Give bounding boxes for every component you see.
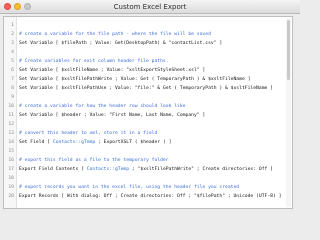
script-comment: # Create variables for exit column heade…	[19, 59, 169, 64]
script-line[interactable]: 7 Set Variable [ $xsltFilePathWrite ; Val…	[4, 75, 292, 84]
line-number: 2	[11, 32, 14, 37]
script-comment: # create a variable for how the header r…	[19, 104, 186, 109]
line-number: 6	[11, 68, 14, 73]
script-line[interactable]: 4	[4, 48, 292, 57]
script-line[interactable]: 5 # Create variables for exit column head…	[4, 57, 292, 66]
script-line[interactable]: 11 Set Variable [ $header ; Value: "First…	[4, 111, 292, 120]
script-step: Export Records [ With dialog: Off ; Crea…	[19, 194, 282, 199]
line-number: 19	[8, 185, 14, 190]
line-number: 7	[11, 77, 14, 82]
line-number: 20	[8, 194, 14, 199]
line-number: 1	[11, 23, 14, 28]
line-number: 5	[11, 59, 14, 64]
line-number: 9	[11, 95, 14, 100]
script-line[interactable]: 3 Set Variable [ $filePath ; Value: Get(D…	[4, 39, 292, 48]
script-line[interactable]: 13 # convert this header to xml, store it…	[4, 129, 292, 138]
title-bar: Custom Excel Export	[0, 0, 300, 14]
scroll-thumb[interactable]	[287, 20, 290, 80]
script-step: Set Variable [ $xsltFileName ; Value: "x…	[19, 68, 206, 73]
script-line[interactable]: 12	[4, 120, 292, 129]
step-text: Set Field [	[19, 140, 53, 145]
line-number: 12	[8, 122, 14, 127]
line-number: 14	[8, 140, 14, 145]
script-line[interactable]: 14 Set Field [ Contacts::gTemp ; ExportXS…	[4, 138, 292, 147]
script-comment: # export records you want in the excel f…	[19, 185, 240, 190]
script-line[interactable]: 20 Export Records [ With dialog: Off ; Cr…	[4, 192, 292, 201]
window-title: Custom Excel Export	[113, 3, 187, 11]
field-reference[interactable]: Contacts::gTemp	[87, 167, 129, 172]
step-text: ; ExportXSLT ( $header ) ]	[95, 140, 172, 145]
script-step: Set Field [ Contacts::gTemp ; ExportXSLT…	[19, 138, 171, 147]
line-number: 15	[8, 149, 14, 154]
script-line[interactable]: 9	[4, 93, 292, 102]
step-text: ; "$xsltFilePathWrite" ; Create director…	[129, 167, 274, 172]
script-step: Export Field Contents [ Contacts::gTemp …	[19, 165, 273, 174]
script-line[interactable]: 16 # export this field as a file to the t…	[4, 156, 292, 165]
script-step: Set Variable [ $header ; Value: "First N…	[19, 113, 206, 118]
script-line[interactable]: 18	[4, 174, 292, 183]
line-number: 4	[11, 50, 14, 55]
script-line[interactable]: 6 Set Variable [ $xsltFileName ; Value: "…	[4, 66, 292, 75]
script-step: Set Variable [ $xsltFilePathWrite ; Valu…	[19, 77, 251, 82]
script-line[interactable]: 15	[4, 147, 292, 156]
script-comment: # export this field as a file to the tem…	[19, 158, 169, 163]
line-number: 13	[8, 131, 14, 136]
script-comment: # convert this header to xml, store it i…	[19, 131, 158, 136]
script-line[interactable]: 1	[4, 21, 292, 30]
line-number: 3	[11, 41, 14, 46]
script-line[interactable]: 17 Export Field Contents [ Contacts::gTem…	[4, 165, 292, 174]
line-number: 8	[11, 86, 14, 91]
step-text: Export Field Contents [	[19, 167, 87, 172]
script-line[interactable]: 10 # create a variable for how the header…	[4, 102, 292, 111]
line-number: 17	[8, 167, 14, 172]
field-reference[interactable]: Contacts::gTemp	[53, 140, 95, 145]
line-number: 18	[8, 176, 14, 181]
script-step: Set Variable [ $xsltFilePathUse ; Value:…	[19, 86, 273, 91]
line-number: 10	[8, 104, 14, 109]
script-line[interactable]: 2 # create a variable for the file path -…	[4, 30, 292, 39]
script-comment: # create a variable for the file path - …	[19, 32, 211, 37]
script-step: Set Variable [ $filePath ; Value: Get(De…	[19, 41, 223, 46]
script-line[interactable]: 8 Set Variable [ $xsltFilePathUse ; Value…	[4, 84, 292, 93]
vertical-scrollbar[interactable]	[286, 18, 291, 207]
script-editor[interactable]: 1 2 # create a variable for the file path …	[3, 16, 293, 209]
line-number: 16	[8, 158, 14, 163]
line-number: 11	[8, 113, 14, 118]
script-line[interactable]: 19 # export records you want in the excel…	[4, 183, 292, 192]
